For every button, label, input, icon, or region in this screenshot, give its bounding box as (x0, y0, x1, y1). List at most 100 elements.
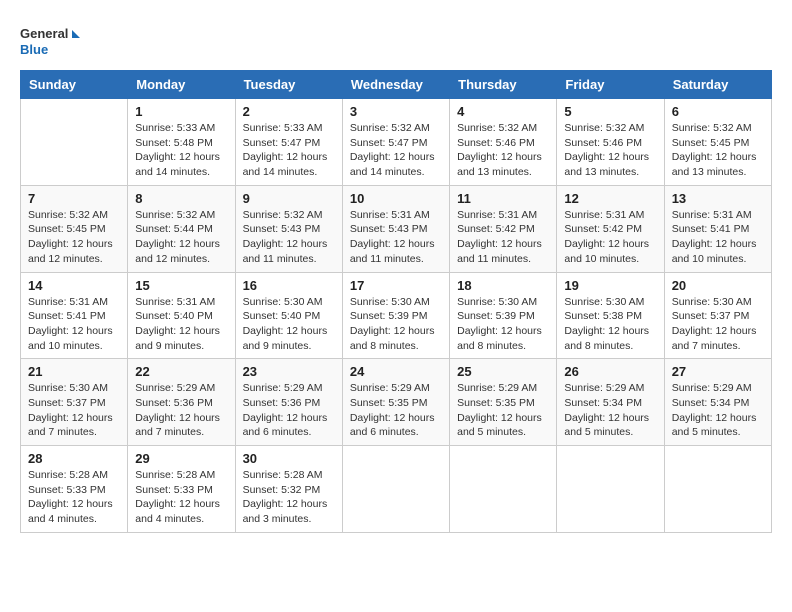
day-number: 19 (564, 278, 656, 293)
day-cell: 2 Sunrise: 5:33 AM Sunset: 5:47 PM Daylig… (235, 99, 342, 186)
day-cell: 19 Sunrise: 5:30 AM Sunset: 5:38 PM Dayli… (557, 272, 664, 359)
day-info: Sunrise: 5:30 AM Sunset: 5:37 PM Dayligh… (28, 381, 120, 440)
day-cell: 28 Sunrise: 5:28 AM Sunset: 5:33 PM Dayli… (21, 446, 128, 533)
day-number: 18 (457, 278, 549, 293)
day-number: 9 (243, 191, 335, 206)
day-info: Sunrise: 5:31 AM Sunset: 5:42 PM Dayligh… (564, 208, 656, 267)
day-cell: 16 Sunrise: 5:30 AM Sunset: 5:40 PM Dayli… (235, 272, 342, 359)
day-info: Sunrise: 5:29 AM Sunset: 5:34 PM Dayligh… (564, 381, 656, 440)
day-cell: 13 Sunrise: 5:31 AM Sunset: 5:41 PM Dayli… (664, 185, 771, 272)
week-row-3: 21 Sunrise: 5:30 AM Sunset: 5:37 PM Dayli… (21, 359, 772, 446)
day-cell (450, 446, 557, 533)
header-saturday: Saturday (664, 71, 771, 99)
day-info: Sunrise: 5:30 AM Sunset: 5:40 PM Dayligh… (243, 295, 335, 354)
day-info: Sunrise: 5:30 AM Sunset: 5:39 PM Dayligh… (457, 295, 549, 354)
day-cell: 27Sunrise: 5:29 AM Sunset: 5:34 PM Dayli… (664, 359, 771, 446)
day-number: 22 (135, 364, 227, 379)
day-cell: 21 Sunrise: 5:30 AM Sunset: 5:37 PM Dayli… (21, 359, 128, 446)
week-row-4: 28 Sunrise: 5:28 AM Sunset: 5:33 PM Dayli… (21, 446, 772, 533)
day-number: 7 (28, 191, 120, 206)
day-info: Sunrise: 5:32 AM Sunset: 5:46 PM Dayligh… (564, 121, 656, 180)
day-info: Sunrise: 5:30 AM Sunset: 5:38 PM Dayligh… (564, 295, 656, 354)
day-cell: 30 Sunrise: 5:28 AM Sunset: 5:32 PM Dayli… (235, 446, 342, 533)
day-info: Sunrise: 5:32 AM Sunset: 5:45 PM Dayligh… (672, 121, 764, 180)
day-number: 5 (564, 104, 656, 119)
day-number: 8 (135, 191, 227, 206)
day-cell: 12 Sunrise: 5:31 AM Sunset: 5:42 PM Dayli… (557, 185, 664, 272)
day-info: Sunrise: 5:33 AM Sunset: 5:48 PM Dayligh… (135, 121, 227, 180)
day-info: Sunrise: 5:32 AM Sunset: 5:44 PM Dayligh… (135, 208, 227, 267)
day-cell: 3 Sunrise: 5:32 AM Sunset: 5:47 PM Daylig… (342, 99, 449, 186)
day-number: 13 (672, 191, 764, 206)
day-number: 30 (243, 451, 335, 466)
day-number: 25 (457, 364, 549, 379)
day-number: 12 (564, 191, 656, 206)
day-info: Sunrise: 5:32 AM Sunset: 5:47 PM Dayligh… (350, 121, 442, 180)
day-cell: 26 Sunrise: 5:29 AM Sunset: 5:34 PM Dayli… (557, 359, 664, 446)
header-thursday: Thursday (450, 71, 557, 99)
header-row: SundayMondayTuesdayWednesdayThursdayFrid… (21, 71, 772, 99)
day-cell: 4 Sunrise: 5:32 AM Sunset: 5:46 PM Daylig… (450, 99, 557, 186)
day-number: 23 (243, 364, 335, 379)
header-wednesday: Wednesday (342, 71, 449, 99)
header-monday: Monday (128, 71, 235, 99)
day-info: Sunrise: 5:32 AM Sunset: 5:46 PM Dayligh… (457, 121, 549, 180)
day-cell: 20Sunrise: 5:30 AM Sunset: 5:37 PM Dayli… (664, 272, 771, 359)
day-number: 2 (243, 104, 335, 119)
day-cell (664, 446, 771, 533)
day-cell: 5 Sunrise: 5:32 AM Sunset: 5:46 PM Daylig… (557, 99, 664, 186)
day-cell: 6 Sunrise: 5:32 AM Sunset: 5:45 PM Daylig… (664, 99, 771, 186)
day-number: 14 (28, 278, 120, 293)
logo: GeneralBlue (20, 20, 80, 60)
day-cell: 25 Sunrise: 5:29 AM Sunset: 5:35 PM Dayli… (450, 359, 557, 446)
day-cell: 22 Sunrise: 5:29 AM Sunset: 5:36 PM Dayli… (128, 359, 235, 446)
day-number: 3 (350, 104, 442, 119)
day-cell: 11 Sunrise: 5:31 AM Sunset: 5:42 PM Dayli… (450, 185, 557, 272)
week-row-1: 7 Sunrise: 5:32 AM Sunset: 5:45 PM Daylig… (21, 185, 772, 272)
svg-text:General: General (20, 26, 68, 41)
day-cell: 14 Sunrise: 5:31 AM Sunset: 5:41 PM Dayli… (21, 272, 128, 359)
day-info: Sunrise: 5:28 AM Sunset: 5:32 PM Dayligh… (243, 468, 335, 527)
day-info: Sunrise: 5:29 AM Sunset: 5:34 PM Dayligh… (672, 381, 764, 440)
day-info: Sunrise: 5:31 AM Sunset: 5:41 PM Dayligh… (28, 295, 120, 354)
day-cell: 7 Sunrise: 5:32 AM Sunset: 5:45 PM Daylig… (21, 185, 128, 272)
day-cell (342, 446, 449, 533)
day-number: 15 (135, 278, 227, 293)
day-info: Sunrise: 5:31 AM Sunset: 5:42 PM Dayligh… (457, 208, 549, 267)
day-cell: 29 Sunrise: 5:28 AM Sunset: 5:33 PM Dayli… (128, 446, 235, 533)
week-row-0: 1 Sunrise: 5:33 AM Sunset: 5:48 PM Daylig… (21, 99, 772, 186)
day-number: 29 (135, 451, 227, 466)
header-tuesday: Tuesday (235, 71, 342, 99)
day-cell: 1 Sunrise: 5:33 AM Sunset: 5:48 PM Daylig… (128, 99, 235, 186)
day-info: Sunrise: 5:31 AM Sunset: 5:43 PM Dayligh… (350, 208, 442, 267)
day-cell (557, 446, 664, 533)
day-number: 16 (243, 278, 335, 293)
day-number: 21 (28, 364, 120, 379)
header-sunday: Sunday (21, 71, 128, 99)
calendar-table: SundayMondayTuesdayWednesdayThursdayFrid… (20, 70, 772, 533)
day-number: 6 (672, 104, 764, 119)
day-info: Sunrise: 5:28 AM Sunset: 5:33 PM Dayligh… (28, 468, 120, 527)
day-info: Sunrise: 5:31 AM Sunset: 5:40 PM Dayligh… (135, 295, 227, 354)
day-info: Sunrise: 5:33 AM Sunset: 5:47 PM Dayligh… (243, 121, 335, 180)
day-number: 1 (135, 104, 227, 119)
day-info: Sunrise: 5:29 AM Sunset: 5:36 PM Dayligh… (135, 381, 227, 440)
day-number: 24 (350, 364, 442, 379)
day-info: Sunrise: 5:30 AM Sunset: 5:37 PM Dayligh… (672, 295, 764, 354)
day-number: 26 (564, 364, 656, 379)
day-info: Sunrise: 5:32 AM Sunset: 5:45 PM Dayligh… (28, 208, 120, 267)
day-number: 11 (457, 191, 549, 206)
day-cell: 23Sunrise: 5:29 AM Sunset: 5:36 PM Dayli… (235, 359, 342, 446)
day-cell: 15 Sunrise: 5:31 AM Sunset: 5:40 PM Dayli… (128, 272, 235, 359)
day-number: 28 (28, 451, 120, 466)
day-number: 17 (350, 278, 442, 293)
day-cell: 10Sunrise: 5:31 AM Sunset: 5:43 PM Dayli… (342, 185, 449, 272)
day-cell: 9Sunrise: 5:32 AM Sunset: 5:43 PM Daylig… (235, 185, 342, 272)
day-cell (21, 99, 128, 186)
day-cell: 17Sunrise: 5:30 AM Sunset: 5:39 PM Dayli… (342, 272, 449, 359)
day-info: Sunrise: 5:28 AM Sunset: 5:33 PM Dayligh… (135, 468, 227, 527)
day-cell: 24Sunrise: 5:29 AM Sunset: 5:35 PM Dayli… (342, 359, 449, 446)
day-number: 4 (457, 104, 549, 119)
day-info: Sunrise: 5:29 AM Sunset: 5:35 PM Dayligh… (457, 381, 549, 440)
day-info: Sunrise: 5:31 AM Sunset: 5:41 PM Dayligh… (672, 208, 764, 267)
